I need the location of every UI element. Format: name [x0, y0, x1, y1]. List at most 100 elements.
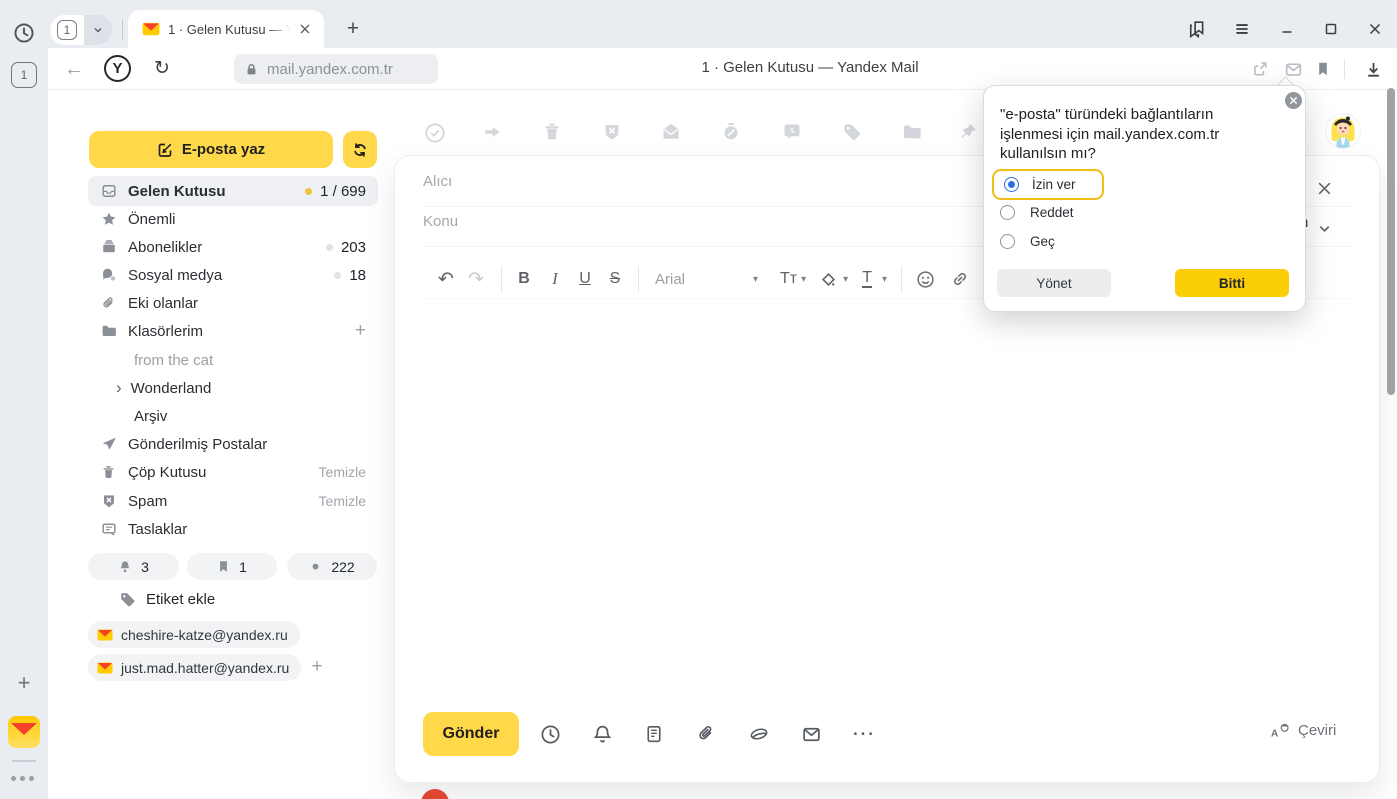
sidebar-item-social[interactable]: Sosyal medya 18 [88, 260, 378, 290]
refresh-button[interactable] [343, 131, 377, 168]
yandex-mail-icon [97, 662, 113, 674]
manage-button[interactable]: Yönet [997, 269, 1111, 297]
text-color-button[interactable]: T [862, 270, 872, 288]
window-close-button[interactable] [1362, 16, 1388, 42]
page-scrollbar-thumb[interactable] [1387, 88, 1395, 395]
menu-icon[interactable] [1229, 16, 1255, 42]
radio-selected-icon[interactable] [1004, 177, 1019, 192]
sidebar-item-archive[interactable]: Arşiv [88, 401, 378, 431]
label-icon[interactable] [842, 122, 862, 142]
share-icon[interactable] [1248, 57, 1272, 81]
bookmark-icon[interactable] [1311, 57, 1335, 81]
text-color-caret-icon[interactable]: ▾ [882, 274, 887, 285]
bold-button[interactable]: B [508, 270, 540, 288]
sidebar-item-drafts[interactable]: Taslaklar [88, 514, 378, 544]
yandex-mail-app-icon[interactable] [8, 716, 40, 748]
account-chip-2[interactable]: just.mad.hatter@yandex.ru [88, 654, 301, 681]
font-family-select[interactable]: Arial [655, 271, 753, 288]
url-field[interactable]: mail.yandex.com.tr [234, 54, 438, 84]
tab-close-icon[interactable] [297, 20, 315, 38]
folder-icon [100, 323, 117, 339]
strikethrough-button[interactable]: S [600, 270, 630, 288]
highlight-color-button[interactable] [820, 271, 837, 288]
compose-button[interactable]: E-posta yaz [89, 131, 333, 168]
reload-icon[interactable]: ↻ [150, 56, 174, 80]
empty-trash-link[interactable]: Temizle [319, 464, 366, 480]
add-folder-button[interactable]: + [355, 320, 366, 342]
expand-chevron-icon[interactable]: › [116, 378, 122, 398]
notify-icon[interactable] [591, 723, 613, 745]
tab-active[interactable]: 1 · Gelen Kutusu — Yand [128, 10, 324, 48]
back-icon[interactable]: ← [62, 57, 86, 81]
remind-icon[interactable] [782, 122, 802, 142]
add-account-button[interactable]: + [306, 656, 328, 678]
sidebar-item-with-attachments[interactable]: Eki olanlar [88, 288, 378, 318]
sidebar-item-inbox[interactable]: Gelen Kutusu 1 / 699 [88, 176, 378, 206]
popup-option-deny[interactable]: Reddet [1000, 203, 1074, 221]
move-folder-icon[interactable] [902, 122, 922, 142]
done-button[interactable]: Bitti [1175, 269, 1289, 297]
bookmarks-panel-icon[interactable] [1184, 16, 1210, 42]
popup-option-skip[interactable]: Geç [1000, 232, 1055, 250]
sidebar-item-sent[interactable]: Gönderilmiş Postalar [88, 429, 378, 459]
sidebar-item-spam[interactable]: Spam Temizle [88, 486, 378, 516]
tab-group-control[interactable]: 1 [50, 15, 112, 45]
select-all-icon[interactable] [424, 122, 446, 144]
delete-icon[interactable] [542, 122, 562, 142]
redo-button[interactable]: ↷ [461, 268, 491, 291]
font-size-button[interactable]: Tт [780, 270, 797, 288]
send-button[interactable]: Gönder [423, 712, 519, 756]
underline-button[interactable]: U [570, 270, 600, 288]
schedule-send-icon[interactable] [539, 723, 561, 745]
rail-add-panel-button[interactable]: + [13, 672, 35, 694]
mark-read-icon[interactable] [661, 122, 681, 142]
minimize-button[interactable] [1274, 16, 1300, 42]
bookmarks-pill[interactable]: 1 [187, 553, 277, 580]
forward-icon[interactable] [482, 122, 502, 142]
template-icon[interactable] [643, 723, 665, 745]
radio-icon[interactable] [1000, 234, 1015, 249]
download-icon[interactable] [1360, 56, 1386, 82]
avatar[interactable] [1326, 114, 1360, 148]
empty-spam-link[interactable]: Temizle [319, 493, 366, 509]
sidebar-item-wonderland[interactable]: › Wonderland [88, 373, 378, 403]
yandex-logo-icon[interactable]: Y [104, 55, 131, 82]
unread-pill[interactable]: 222 [287, 553, 377, 580]
sidebar-item-trash[interactable]: Çöp Kutusu Temizle [88, 457, 378, 487]
add-label-button[interactable]: Etiket ekle [119, 591, 215, 608]
account-chip-1[interactable]: cheshire-katze@yandex.ru [88, 621, 300, 648]
attach-from-disk-icon[interactable] [747, 723, 771, 745]
message-body[interactable] [423, 306, 1323, 696]
reminders-pill[interactable]: 3 [88, 553, 179, 580]
translate-button[interactable]: A Çeviri [1271, 722, 1336, 739]
sidebar-item-subscriptions[interactable]: Abonelikler 203 [88, 232, 378, 262]
rail-tab-count-badge[interactable]: 1 [11, 62, 37, 88]
font-caret-icon[interactable]: ▾ [753, 274, 758, 285]
undo-button[interactable]: ↶ [431, 268, 461, 291]
url-text: mail.yandex.com.tr [267, 61, 393, 78]
spam-mark-icon[interactable] [602, 122, 622, 142]
compose-collapse-chevron-icon[interactable] [1314, 218, 1334, 238]
sidebar-item-my-folders[interactable]: Klasörlerim + [88, 316, 378, 346]
sidebar-item-important[interactable]: Önemli [88, 204, 378, 234]
pin-icon[interactable] [958, 122, 978, 142]
emoji-button[interactable] [916, 270, 935, 289]
rail-more-button[interactable] [11, 776, 34, 781]
italic-button[interactable]: I [540, 269, 570, 289]
more-actions-button[interactable]: … [851, 714, 877, 742]
popup-close-icon[interactable] [1285, 92, 1302, 109]
maximize-button[interactable] [1318, 16, 1344, 42]
snooze-icon[interactable] [721, 122, 741, 142]
compose-close-icon[interactable] [1313, 177, 1335, 199]
font-size-caret-icon[interactable]: ▾ [801, 274, 806, 285]
new-tab-button[interactable]: + [340, 16, 366, 42]
sidebar-item-from-the-cat[interactable]: from the cat [88, 345, 378, 375]
history-icon[interactable] [12, 21, 36, 45]
yandex-mail-favicon [142, 22, 160, 36]
attach-from-mail-icon[interactable] [800, 723, 822, 745]
popup-option-allow[interactable]: İzin ver [992, 169, 1104, 200]
radio-icon[interactable] [1000, 205, 1015, 220]
highlight-caret-icon[interactable]: ▾ [843, 274, 848, 285]
attach-file-icon[interactable] [695, 723, 717, 745]
insert-link-button[interactable] [951, 270, 969, 288]
